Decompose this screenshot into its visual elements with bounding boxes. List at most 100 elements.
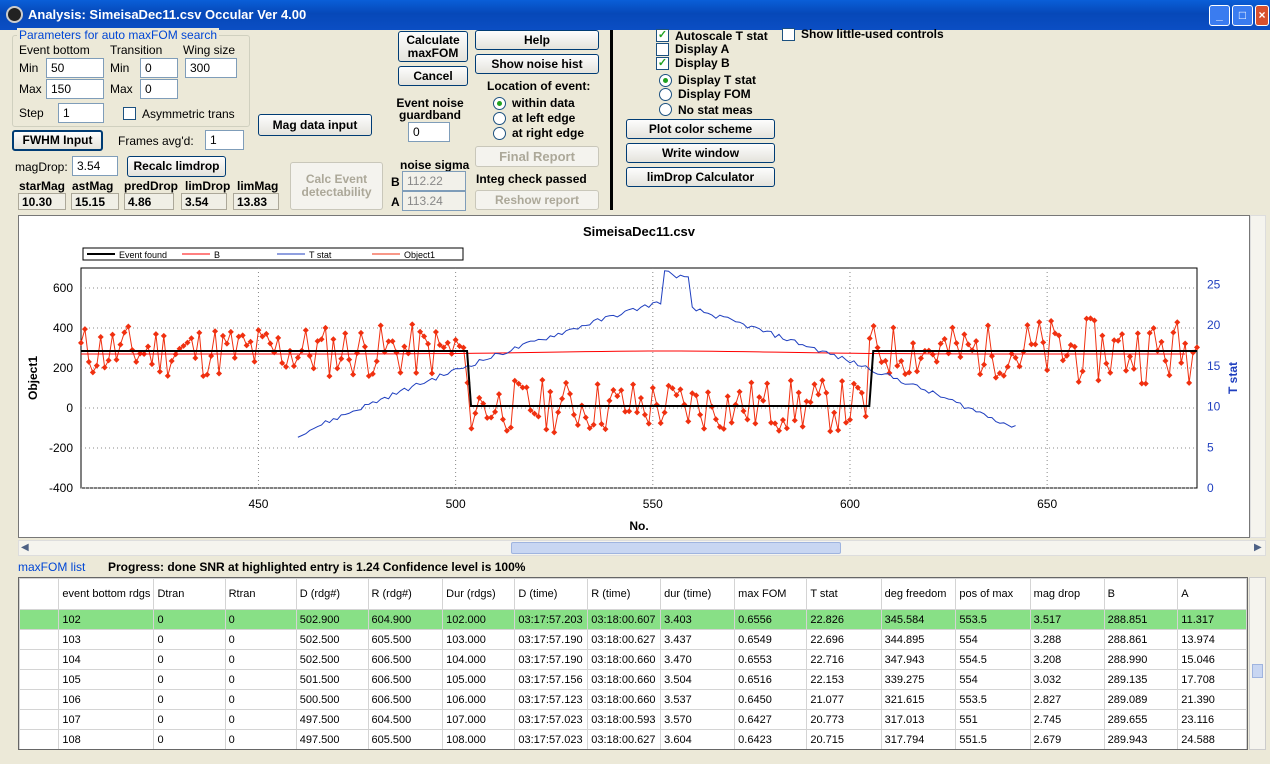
table-vertical-scrollbar[interactable] <box>1249 577 1266 750</box>
plot-vertical-scrollbar[interactable] <box>1250 215 1266 538</box>
table-cell: 3.288 <box>1029 629 1105 650</box>
column-header[interactable]: event bottom rdgs <box>58 578 155 610</box>
column-header[interactable]: Rtran <box>224 578 297 610</box>
calc-event-detectability-button[interactable]: Calc Event detectability <box>290 162 383 210</box>
calculate-maxfom-button[interactable]: Calculate maxFOM <box>398 31 468 62</box>
column-header[interactable]: A <box>1177 578 1247 610</box>
table-cell: 553.5 <box>955 609 1031 630</box>
step-input[interactable]: 1 <box>58 103 104 123</box>
close-button[interactable]: × <box>1255 5 1269 26</box>
column-header[interactable]: R (rdg#) <box>367 578 444 610</box>
column-header[interactable]: mag drop <box>1029 578 1105 610</box>
table-row[interactable]: 105 0 0 501.500 606.500 105.000 03:17:57.156 03… <box>19 669 1247 690</box>
table-cell: 03:18:00.627 <box>587 729 662 749</box>
noise-sigma-title: noise sigma <box>400 158 470 172</box>
table-cell: 289.943 <box>1103 729 1179 749</box>
write-window-button[interactable]: Write window <box>626 143 775 163</box>
display-a-label: Display A <box>675 42 730 56</box>
scroll-thumb[interactable] <box>511 542 841 554</box>
plot-color-scheme-button[interactable]: Plot color scheme <box>626 119 775 139</box>
maximize-button[interactable]: □ <box>1232 5 1253 26</box>
column-header[interactable]: deg freedom <box>880 578 957 610</box>
column-header[interactable]: B <box>1103 578 1179 610</box>
wing-size-input[interactable]: 300 <box>185 58 237 78</box>
minimize-button[interactable]: _ <box>1209 5 1230 26</box>
at-left-edge-radio[interactable] <box>493 112 506 125</box>
table-cell: 500.500 <box>295 689 369 710</box>
scroll-right-icon[interactable]: ▶ <box>1254 542 1262 553</box>
table-cell: 03:18:00.593 <box>587 709 662 730</box>
at-right-edge-radio[interactable] <box>493 127 506 140</box>
display-tstat-radio[interactable] <box>659 74 672 87</box>
column-header[interactable]: Dur (rdgs) <box>442 578 516 610</box>
row-header[interactable] <box>19 689 60 710</box>
no-stat-radio[interactable] <box>659 103 672 116</box>
table-row[interactable]: 108 0 0 497.500 605.500 108.000 03:17:57.023 03… <box>19 729 1247 749</box>
column-header[interactable]: dur (time) <box>660 578 736 610</box>
table-scroll-thumb[interactable] <box>1252 664 1263 678</box>
asymmetric-trans-checkbox[interactable] <box>123 107 136 120</box>
column-header[interactable]: D (rdg#) <box>295 578 369 610</box>
column-header[interactable]: Dtran <box>153 578 226 610</box>
transition-min-input[interactable]: 0 <box>140 58 178 78</box>
display-a-checkbox[interactable] <box>656 43 669 56</box>
autoscale-tstat-checkbox[interactable]: ✓ <box>656 29 669 42</box>
y2-axis-label: T stat <box>1226 362 1240 394</box>
column-header[interactable]: R (time) <box>587 578 662 610</box>
column-header[interactable]: D (time) <box>514 578 589 610</box>
column-header[interactable]: pos of max <box>955 578 1031 610</box>
row-header[interactable] <box>19 649 60 670</box>
show-noise-hist-button[interactable]: Show noise hist <box>475 54 599 74</box>
event-bottom-min-input[interactable]: 50 <box>46 58 104 78</box>
noise-a-label: A <box>391 195 400 209</box>
table-cell: 3.570 <box>660 709 736 730</box>
cancel-button[interactable]: Cancel <box>398 66 468 86</box>
recalc-limdrop-button[interactable]: Recalc limdrop <box>127 156 226 177</box>
row-header[interactable] <box>19 669 60 690</box>
table-cell: 606.500 <box>367 649 444 670</box>
fwhm-input-button[interactable]: FWHM Input <box>12 130 103 151</box>
table-row[interactable]: 104 0 0 502.500 606.500 104.000 03:17:57.190 03… <box>19 649 1247 670</box>
final-report-button[interactable]: Final Report <box>475 146 599 167</box>
frames-avg-input[interactable]: 1 <box>205 130 244 150</box>
at-left-edge-label: at left edge <box>512 111 576 125</box>
guardband-input[interactable]: 0 <box>408 122 450 142</box>
mag-data-input-button[interactable]: Mag data input <box>258 114 372 136</box>
transition-max-input[interactable]: 0 <box>140 79 178 99</box>
table-row[interactable]: 103 0 0 502.500 605.500 103.000 03:17:57.190 03… <box>19 629 1247 650</box>
row-header[interactable] <box>19 729 60 749</box>
app-icon <box>6 6 23 23</box>
little-used-checkbox[interactable] <box>782 28 795 41</box>
scroll-left-icon[interactable]: ◀ <box>21 542 29 553</box>
plot-horizontal-scrollbar[interactable]: ◀ ▶ <box>18 540 1266 556</box>
column-header[interactable]: T stat <box>806 578 882 610</box>
reshow-report-button[interactable]: Reshow report <box>475 190 599 210</box>
event-bottom-max-input[interactable]: 150 <box>46 79 104 99</box>
row-header[interactable] <box>19 609 60 630</box>
table-cell: 103 <box>58 629 155 650</box>
table-cell: 22.153 <box>806 669 882 690</box>
table-cell: 0 <box>153 649 226 670</box>
asymmetric-trans-label: Asymmetric trans <box>142 107 235 121</box>
table-row[interactable]: 107 0 0 497.500 604.500 107.000 03:17:57.023 03… <box>19 709 1247 730</box>
table-row[interactable]: 106 0 0 500.500 606.500 106.000 03:17:57.123 03… <box>19 689 1247 710</box>
help-button[interactable]: Help <box>475 30 599 50</box>
column-header[interactable]: max FOM <box>734 578 808 610</box>
display-b-checkbox[interactable]: ✓ <box>656 57 669 70</box>
table-cell: 0 <box>153 669 226 690</box>
table-cell: 3.403 <box>660 609 736 630</box>
row-header[interactable] <box>19 709 60 730</box>
magdrop-input[interactable]: 3.54 <box>72 156 118 176</box>
y2-tick-label: 15 <box>1207 359 1221 373</box>
limdrop-calculator-button[interactable]: limDrop Calculator <box>626 167 775 187</box>
table-cell: 0 <box>224 709 297 730</box>
table-cell: 0.6556 <box>734 609 808 630</box>
display-fom-radio[interactable] <box>659 88 672 101</box>
within-data-radio[interactable] <box>493 97 506 110</box>
table-row[interactable]: 102 0 0 502.900 604.900 102.000 03:17:57.203 03… <box>19 609 1247 630</box>
plot-area <box>80 267 1198 489</box>
row-header[interactable] <box>19 629 60 650</box>
table-cell: 344.895 <box>880 629 957 650</box>
y2-tick-label: 0 <box>1207 481 1214 495</box>
table-cell: 0.6427 <box>734 709 808 730</box>
